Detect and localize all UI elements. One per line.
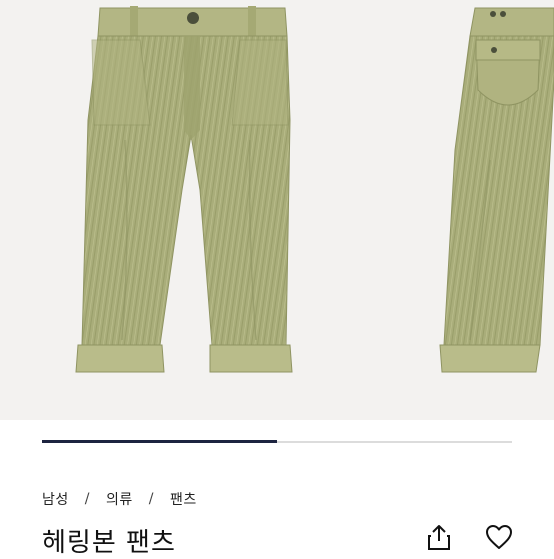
breadcrumb-item-clothing[interactable]: 의류 (106, 489, 133, 509)
front-view-pants (75, 6, 293, 373)
back-view-pants (439, 7, 554, 373)
breadcrumb-separator: / (84, 491, 90, 507)
breadcrumb-item-men[interactable]: 남성 (42, 489, 69, 509)
breadcrumb-separator: / (148, 491, 154, 507)
breadcrumb: 남성 / 의류 / 팬츠 (42, 489, 197, 509)
breadcrumb-item-pants[interactable]: 팬츠 (170, 489, 197, 509)
share-icon (428, 525, 450, 550)
product-image (75, 6, 554, 373)
product-image-gallery[interactable] (0, 0, 554, 420)
heart-icon (486, 525, 512, 549)
product-title: 헤링본 팬츠 (42, 528, 176, 558)
share-button[interactable] (424, 522, 454, 552)
gallery-progress-bar (42, 440, 512, 443)
product-actions (424, 522, 514, 552)
like-button[interactable] (484, 522, 514, 552)
gallery-progress-fill (42, 440, 277, 443)
